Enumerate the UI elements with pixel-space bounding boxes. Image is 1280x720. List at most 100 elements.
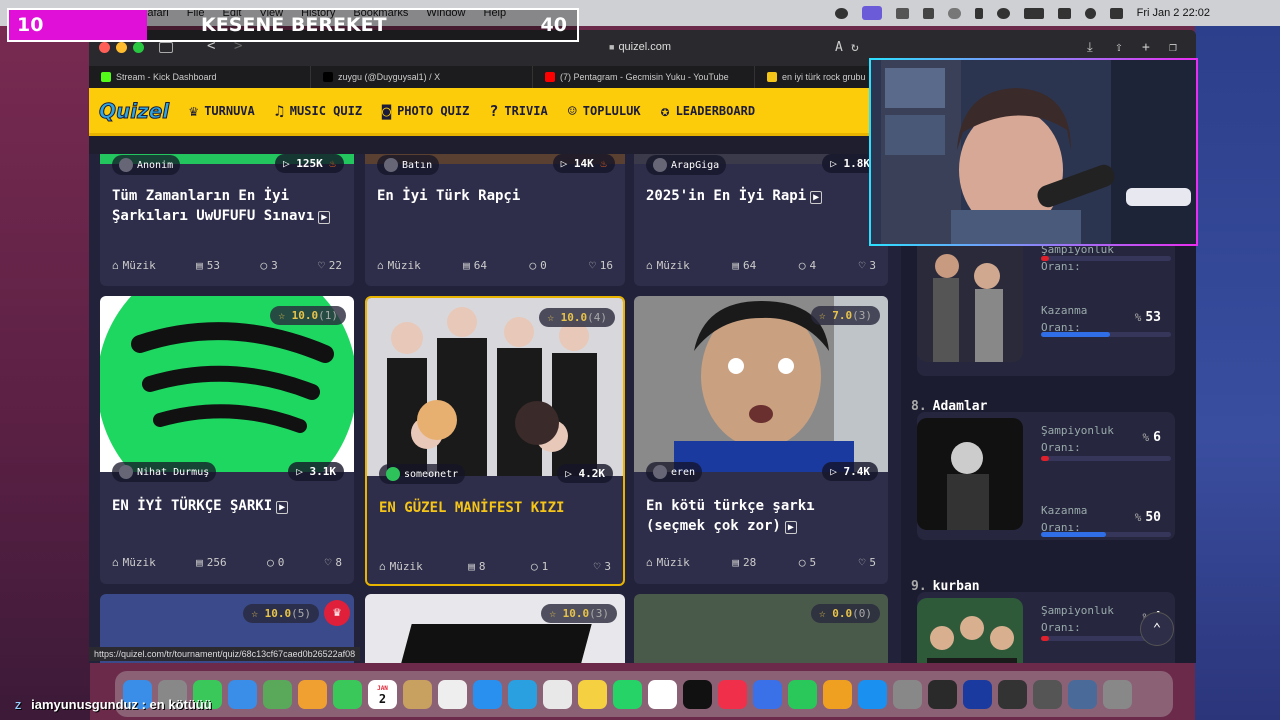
progress-bar xyxy=(1041,256,1171,261)
calendar-icon[interactable]: JAN 2 xyxy=(368,679,397,709)
quiz-card[interactable]: ArapGiga ▷ 1.8K 2025'in En İyi Rapi ▶ ⌂ Müzik… xyxy=(634,154,888,286)
layers-icon: ▤ xyxy=(732,556,739,569)
stat-value: 3 xyxy=(604,560,611,573)
whatsapp-icon[interactable] xyxy=(613,679,642,709)
leaderboard-entry[interactable]: ŞampiyonlukOranı:%4 xyxy=(917,592,1175,663)
stat-value: 256 xyxy=(206,556,227,569)
play-count: ▷ 125K ♨ xyxy=(275,154,344,173)
stat-comments: ◯ 0 xyxy=(267,556,284,569)
quiz-card[interactable]: ☆ 0.0(0) xyxy=(634,594,888,663)
numbers-icon[interactable] xyxy=(788,679,817,709)
screen-mirroring-icon[interactable] xyxy=(861,6,882,20)
author-chip[interactable]: someonetr xyxy=(379,464,466,484)
freeform-icon[interactable] xyxy=(648,679,677,709)
battery-icon[interactable] xyxy=(1023,7,1044,19)
mail-icon[interactable] xyxy=(228,679,257,709)
notes-icon[interactable] xyxy=(403,679,432,709)
stat-likes[interactable]: ♡ 3 xyxy=(594,560,611,573)
author-chip[interactable]: eren xyxy=(646,462,703,482)
maps-icon[interactable] xyxy=(263,679,292,709)
cloud-icon[interactable] xyxy=(947,7,961,19)
avatar xyxy=(386,467,400,481)
leaderboard-entry[interactable]: ŞampiyonlukOranı:%6KazanmaOranı:%53 xyxy=(917,226,1175,376)
stat-likes[interactable]: ♡ 22 xyxy=(318,259,342,272)
quiz-card[interactable]: Anonim ▷ 125K ♨ Tüm Zamanların En İyi Şark… xyxy=(100,154,354,286)
tv-icon[interactable] xyxy=(683,679,712,709)
fire-icon: ♨ xyxy=(593,157,607,170)
quiz-card[interactable]: Batın ▷ 14K ♨ En İyi Türk Rapçi ⌂ Müzik ▤ 64 ◯ 0… xyxy=(365,154,625,286)
stat-category: ⌂ Müzik xyxy=(112,259,156,272)
quiz-title[interactable]: Tüm Zamanların En İyi Şarkıları UwUFUFU … xyxy=(112,186,342,228)
wifi-icon[interactable] xyxy=(1057,7,1071,19)
folder-icon[interactable] xyxy=(1068,679,1097,709)
stat-items: ▤ 53 xyxy=(196,259,220,272)
safari-icon[interactable] xyxy=(473,679,502,709)
stat-comments: ◯ 0 xyxy=(529,259,546,272)
stat-category: ⌂ Müzik xyxy=(379,560,423,573)
heart-icon: ♡ xyxy=(318,259,325,272)
facetime-icon[interactable] xyxy=(333,679,362,709)
author-chip[interactable]: Anonim xyxy=(112,155,181,175)
keynote-icon[interactable] xyxy=(753,679,782,709)
avatar xyxy=(119,465,133,479)
quicktime-icon[interactable] xyxy=(1033,679,1062,709)
photos-icon[interactable] xyxy=(298,679,327,709)
video-icon: ▶ xyxy=(318,211,331,224)
stat-likes[interactable]: ♡ 3 xyxy=(859,259,876,272)
settings-icon[interactable] xyxy=(893,679,922,709)
crown-icon: ♛ xyxy=(324,600,350,626)
stat-likes[interactable]: ♡ 16 xyxy=(589,259,613,272)
overlay-title: KESENE BEREKET xyxy=(201,14,387,36)
fire-icon: ♨ xyxy=(322,157,336,170)
rating-value: 7.0 xyxy=(832,309,853,322)
quiz-title[interactable]: EN İYİ TÜRKÇE ŞARKI ▶ xyxy=(112,496,342,518)
stat-likes[interactable]: ♡ 8 xyxy=(325,556,342,569)
chrome-icon[interactable] xyxy=(543,679,572,709)
reminders-icon[interactable] xyxy=(438,679,467,709)
stat-value: 3 xyxy=(869,259,876,272)
stat-value: 8 xyxy=(335,556,342,569)
wd-icon[interactable] xyxy=(963,679,992,709)
creative-cloud-icon[interactable] xyxy=(834,7,848,19)
comment-icon: ◯ xyxy=(798,259,806,272)
leaderboard-entry[interactable]: Şampiyonluk Oranı:% 6 Kazanma Oranı:% 50 xyxy=(917,412,1175,540)
quiz-card[interactable]: ☆ 7.0(3) eren ▷ 7.4K En kötü türkçe şarkı (… xyxy=(634,296,888,584)
keyboard-icon[interactable] xyxy=(895,7,909,19)
star-icon: ☆ xyxy=(547,311,561,324)
author-chip[interactable]: Nihat Durmuş xyxy=(112,462,217,482)
percent-value: %6 xyxy=(1143,430,1161,445)
quiz-card[interactable]: ☆ 10.0(1) Nihat Durmuş ▷ 3.1K EN İYİ TÜRKÇE… xyxy=(100,296,354,584)
grid-icon[interactable] xyxy=(922,7,934,19)
menubar-clock[interactable]: Fri Jan 2 22:02 xyxy=(1137,7,1210,19)
entry-photo xyxy=(917,236,1023,362)
author-chip[interactable]: Batın xyxy=(377,155,440,175)
search-icon[interactable] xyxy=(1084,7,1096,19)
scroll-to-top-button[interactable]: ⌃ xyxy=(1140,612,1174,646)
control-center-icon[interactable] xyxy=(1109,7,1123,19)
chat-text: : en kötüüü xyxy=(138,697,212,712)
stat-value: 4 xyxy=(809,259,817,272)
obs-icon[interactable] xyxy=(998,679,1027,709)
play-icon[interactable] xyxy=(996,7,1010,19)
telegram-icon[interactable] xyxy=(508,679,537,709)
music-icon[interactable] xyxy=(718,679,747,709)
bluetooth-icon[interactable] xyxy=(974,7,983,19)
quiz-card[interactable]: ☆ 10.0(3) xyxy=(365,594,625,663)
stat-items: ▤ 256 xyxy=(196,556,227,569)
quiz-title[interactable]: En kötü türkçe şarkı (seçmek çok zor) ▶ xyxy=(646,496,876,538)
quiz-title[interactable]: 2025'in En İyi Rapi ▶ xyxy=(646,186,876,208)
trash-icon[interactable] xyxy=(1103,679,1132,709)
quiz-title[interactable]: EN GÜZEL MANİFEST KIZI xyxy=(379,498,609,518)
author-name: someonetr xyxy=(404,468,459,480)
quiz-title[interactable]: En İyi Türk Rapçi xyxy=(377,186,607,206)
vectorize-icon[interactable] xyxy=(928,679,957,709)
stat-items: ▤ 28 xyxy=(732,556,756,569)
app-store-icon[interactable] xyxy=(858,679,887,709)
pages-icon[interactable] xyxy=(823,679,852,709)
author-chip[interactable]: ArapGiga xyxy=(646,155,727,175)
tag-icon: ⌂ xyxy=(646,556,653,569)
notes-icon[interactable] xyxy=(578,679,607,709)
quiz-card[interactable]: ☆ 10.0(4) someonetr ▷ 4.2K EN GÜZEL MANİFES… xyxy=(365,296,625,586)
card-stats: ⌂ Müzik ▤ 8 ◯ 1 ♡ 3 xyxy=(379,560,611,573)
stat-likes[interactable]: ♡ 5 xyxy=(859,556,876,569)
